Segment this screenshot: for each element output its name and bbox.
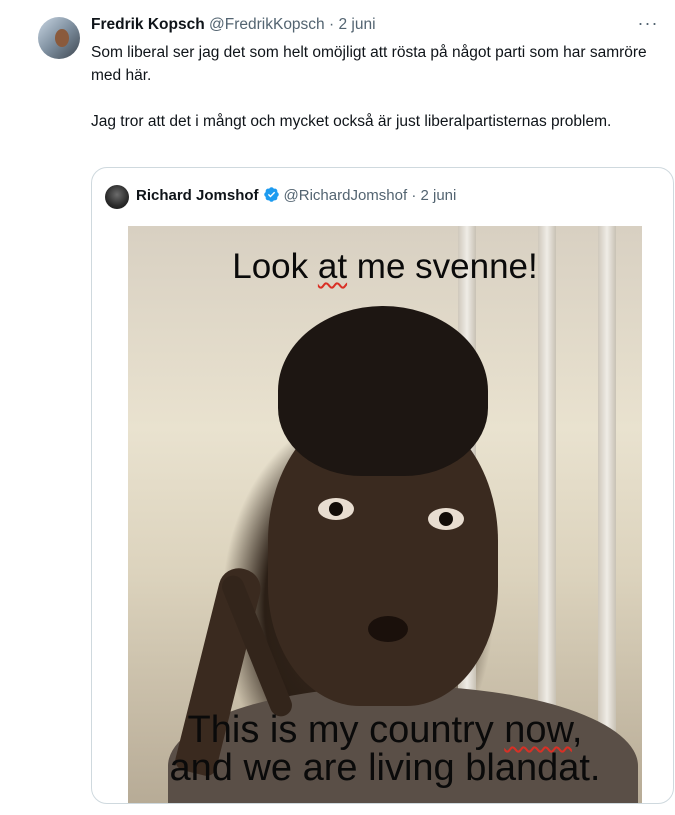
quoted-author-handle[interactable]: @RichardJomshof xyxy=(284,187,408,204)
tweet-date[interactable]: 2 juni xyxy=(338,16,375,33)
caption-text: , xyxy=(571,709,583,751)
caption-text: This is my country xyxy=(187,709,505,751)
author-avatar[interactable] xyxy=(38,17,80,59)
meme-hair xyxy=(278,306,488,476)
meme-eye-right xyxy=(428,508,464,530)
more-options-icon[interactable]: ··· xyxy=(637,14,659,36)
tweet[interactable]: Fredrik Kopsch @FredrikKopsch · 2 juni ·… xyxy=(0,0,675,815)
meme-bottom-caption: This is my country now, and we are livin… xyxy=(128,711,642,787)
quoted-tweet-header: Richard Jomshof @RichardJomshof · 2 juni xyxy=(136,185,456,207)
caption-line: and we are living blandat. xyxy=(169,747,601,789)
spellcheck-flagged-word: at xyxy=(317,247,348,286)
caption-text: me svenne! xyxy=(347,247,538,286)
quoted-tweet-date[interactable]: 2 juni xyxy=(420,187,456,204)
caption-line: This is my country now, xyxy=(128,711,642,749)
meme-eye-left xyxy=(318,498,354,520)
separator-dot: · xyxy=(329,16,335,33)
spellcheck-flagged-word: now xyxy=(504,709,572,751)
tweet-paragraph: Som liberal ser jag det som helt omöjlig… xyxy=(91,44,647,84)
avatar-face xyxy=(55,29,69,47)
meme-image[interactable]: Look at me svenne! This is my country no… xyxy=(128,226,642,803)
caption-text: Look xyxy=(232,247,318,286)
tweet-header: Fredrik Kopsch @FredrikKopsch · 2 juni xyxy=(91,14,376,36)
author-handle[interactable]: @FredrikKopsch xyxy=(209,16,325,33)
verified-badge-icon xyxy=(263,187,279,202)
tweet-paragraph: Jag tror att det i mångt och mycket ocks… xyxy=(91,113,612,130)
quoted-tweet[interactable]: Richard Jomshof @RichardJomshof · 2 juni … xyxy=(91,167,674,804)
quoted-author-name[interactable]: Richard Jomshof xyxy=(136,187,259,204)
author-name[interactable]: Fredrik Kopsch xyxy=(91,16,205,33)
meme-top-caption: Look at me svenne! xyxy=(128,246,642,288)
quoted-author-avatar[interactable] xyxy=(105,185,129,209)
meme-mouth xyxy=(368,616,408,642)
tweet-text: Som liberal ser jag det som helt omöjlig… xyxy=(91,41,661,133)
separator-dot: · xyxy=(411,187,417,204)
